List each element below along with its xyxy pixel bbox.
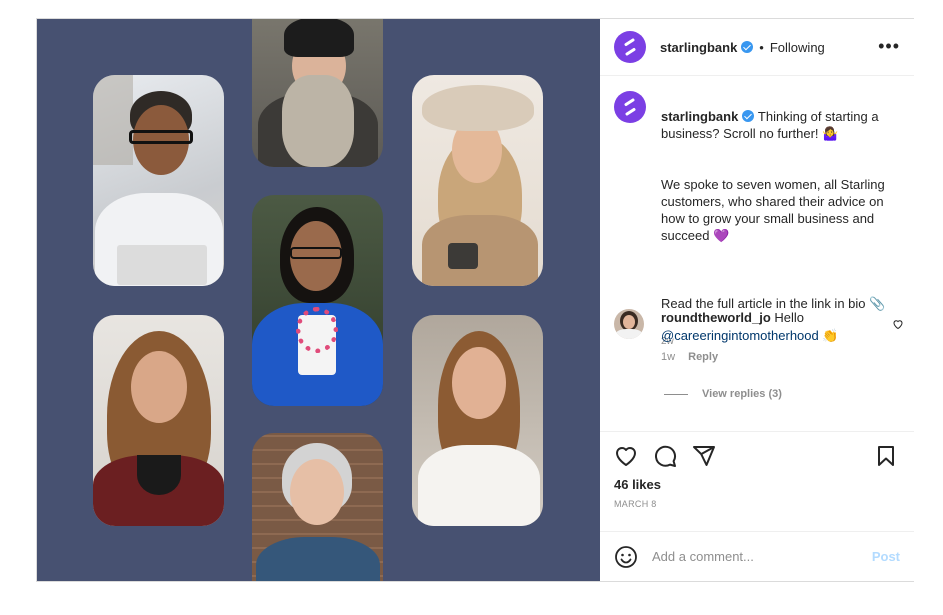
heart-icon[interactable] — [892, 317, 904, 335]
photo-woman-glasses — [93, 75, 224, 286]
likes-count[interactable]: 46 likes — [614, 477, 661, 492]
post-image[interactable] — [37, 19, 600, 581]
reply-button[interactable]: Reply — [688, 351, 718, 363]
action-icons — [614, 444, 716, 468]
caption-avatar[interactable] — [614, 91, 646, 123]
comment-body: Hello — [774, 310, 805, 325]
more-icon[interactable]: ••• — [878, 37, 900, 55]
comment-mention[interactable]: @careeringintomotherhood — [661, 328, 819, 343]
bookmark-icon[interactable] — [874, 444, 898, 468]
photo-woman-grey-hair — [252, 433, 383, 581]
caption-username[interactable]: starlingbank — [661, 109, 738, 124]
photo-woman-beanie — [252, 19, 383, 167]
heart-icon[interactable] — [614, 444, 638, 468]
view-replies-button[interactable]: View replies (3) — [664, 388, 782, 400]
following-button[interactable]: Following — [770, 40, 825, 55]
comment-meta: 1w Reply — [661, 351, 904, 363]
share-icon[interactable] — [692, 444, 716, 468]
post-date[interactable]: MARCH 8 — [614, 499, 657, 509]
comment-username[interactable]: roundtheworld_jo — [661, 310, 771, 325]
photo-woman-blue-blazer — [252, 195, 383, 406]
header-username[interactable]: starlingbank — [660, 40, 737, 55]
caption-line-2: We spoke to seven women, all Starling cu… — [661, 177, 885, 243]
comment-emoji: 👏 — [822, 328, 839, 343]
photo-woman-white-blouse — [412, 315, 543, 526]
comment-input[interactable]: Add a comment... — [652, 549, 872, 564]
photo-woman-hat — [412, 75, 543, 286]
comment-icon[interactable] — [653, 444, 677, 468]
post-button[interactable]: Post — [872, 549, 900, 564]
view-replies-label: View replies (3) — [702, 388, 782, 400]
avatar[interactable] — [614, 309, 644, 339]
comment-time[interactable]: 1w — [661, 351, 675, 363]
verified-icon — [741, 41, 754, 53]
post-actions: 46 likes MARCH 8 — [600, 431, 914, 531]
header-separator: • — [759, 39, 764, 55]
emoji-icon[interactable] — [614, 545, 638, 569]
comment-item: roundtheworld_jo Hello @careeringintomot… — [614, 309, 904, 363]
comment-text: roundtheworld_jo Hello @careeringintomot… — [661, 309, 861, 345]
replies-divider — [664, 393, 688, 395]
verified-icon — [742, 110, 755, 122]
starling-logo-avatar[interactable] — [614, 31, 646, 63]
post-details-panel: starlingbank • Following ••• starlingban… — [600, 19, 914, 581]
post-header: starlingbank • Following ••• — [600, 19, 914, 76]
instagram-post: starlingbank • Following ••• starlingban… — [36, 18, 914, 582]
add-comment-bar: Add a comment... Post — [600, 531, 914, 581]
photo-woman-curly-hair — [93, 315, 224, 526]
